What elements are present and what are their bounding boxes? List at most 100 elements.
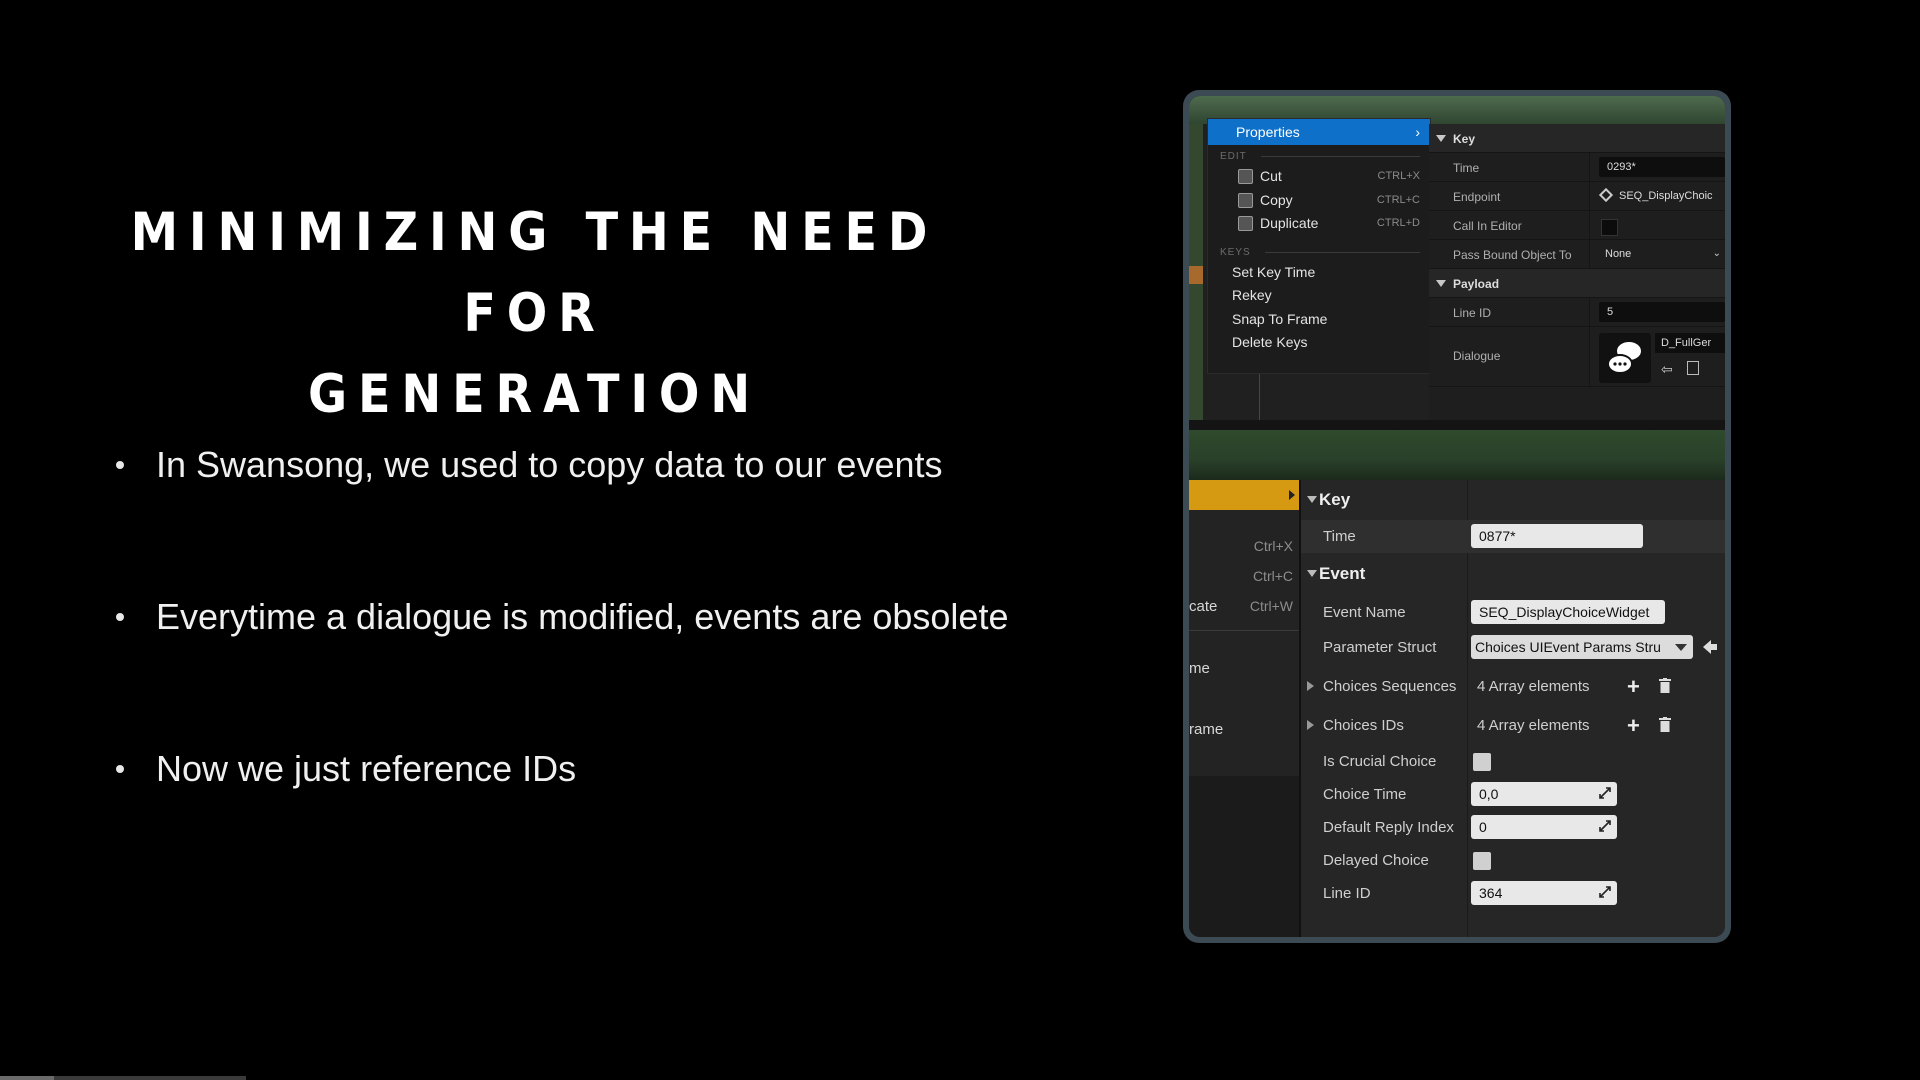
property-label: Parameter Struct [1323, 639, 1437, 656]
bullet-item: Now we just reference IDs [114, 748, 1014, 790]
editor-screenshot-frame: Properties › EDIT Cut CTRL+X Copy CTRL+C… [1183, 90, 1731, 943]
time-field[interactable]: 0293* [1599, 157, 1725, 177]
menu-item-rekey[interactable]: Rekey [1208, 284, 1430, 306]
category-label: Payload [1453, 277, 1500, 291]
spin-arrows-icon [1599, 886, 1611, 898]
category-key[interactable]: Key [1301, 484, 1725, 517]
field-value: 0 [1479, 819, 1487, 835]
bottom-details-panel: Key Time 0877* Event Event Name SEQ_Displa… [1299, 480, 1725, 937]
section-label: KEYS [1220, 247, 1251, 258]
menu-item-duplicate[interactable]: Duplicate CTRL+D [1208, 212, 1430, 234]
chevron-down-icon: ⌄ [1712, 248, 1721, 259]
slide-progress-fill [0, 1076, 55, 1080]
default-reply-field[interactable]: 0 [1471, 815, 1617, 839]
spin-arrows-icon [1599, 787, 1611, 799]
slide-progress-bar [0, 1076, 246, 1080]
endpoint-value[interactable]: SEQ_DisplayChoic [1619, 190, 1713, 202]
menu-section-keys: KEYS [1220, 247, 1420, 258]
menu-item-cut[interactable]: Cut CTRL+X [1208, 165, 1430, 187]
menu-item-snap-to-frame[interactable]: Snap To Frame [1208, 308, 1430, 330]
choice-time-field[interactable]: 0,0 [1471, 782, 1617, 806]
trash-icon[interactable] [1659, 717, 1671, 732]
property-default-reply-index: Default Reply Index 0 [1301, 811, 1725, 844]
property-label: Is Crucial Choice [1323, 753, 1437, 770]
copy-shortcut: Ctrl+C [1252, 568, 1293, 584]
top-properties-panel: Key Time 0293* Endpoint SEQ_DisplayChoic … [1429, 124, 1725, 420]
menu-item-delete-keys[interactable]: Delete Keys [1208, 331, 1430, 353]
menu-item-label: Duplicate [1260, 215, 1319, 231]
property-label: Line ID [1323, 885, 1371, 902]
slide-title-line-1: MINIMIZING THE NEED FOR [130, 202, 939, 344]
trash-icon[interactable] [1659, 678, 1671, 693]
category-payload[interactable]: Payload [1429, 269, 1725, 298]
menu-item-properties[interactable]: Properties › [1208, 119, 1430, 145]
array-count: 4 Array elements [1477, 678, 1590, 695]
add-element-icon[interactable]: + [1627, 713, 1640, 739]
time-field[interactable]: 0877* [1471, 524, 1643, 548]
bullet-item: Everytime a dialogue is modified, events… [114, 596, 1014, 638]
dialogue-asset-field[interactable]: D_FullGer [1655, 333, 1725, 353]
category-label: Event [1319, 564, 1366, 583]
menu-item-partial-rame[interactable]: rame [1189, 721, 1223, 738]
bullet-dot-icon [116, 765, 124, 773]
property-choices-sequences[interactable]: Choices Sequences 4 Array elements + [1301, 670, 1725, 703]
pass-bound-select[interactable]: None [1605, 248, 1631, 260]
menu-section-edit: EDIT [1220, 151, 1420, 162]
copy-icon [1238, 192, 1253, 208]
line-id-field[interactable]: 5 [1599, 302, 1725, 322]
cut-shortcut: Ctrl+X [1253, 538, 1293, 554]
property-time: Time 0877* [1301, 520, 1725, 553]
property-label: Delayed Choice [1323, 852, 1429, 869]
line-id-field[interactable]: 364 [1471, 881, 1617, 905]
property-label: Choices Sequences [1323, 678, 1457, 695]
property-time: Time 0293* [1429, 153, 1725, 182]
property-label: Call In Editor [1453, 219, 1522, 233]
menu-item-partial-me[interactable]: me [1189, 660, 1210, 677]
menu-item-label: Delete Keys [1232, 334, 1308, 350]
menu-item-label: Cut [1260, 168, 1282, 184]
property-line-id: Line ID 5 [1429, 298, 1725, 327]
menu-item-label: Copy [1260, 192, 1293, 208]
menu-divider [1189, 630, 1299, 631]
menu-item-label: Rekey [1232, 287, 1272, 303]
is-crucial-checkbox[interactable] [1473, 753, 1491, 771]
add-element-icon[interactable]: + [1627, 674, 1640, 700]
browse-asset-icon[interactable] [1687, 361, 1699, 375]
dialogue-thumbnail[interactable] [1599, 333, 1651, 383]
property-label: Line ID [1453, 306, 1492, 320]
bottom-timeline-strip [1189, 430, 1725, 480]
menu-item-shortcut: CTRL+D [1376, 217, 1420, 229]
parameter-struct-select[interactable]: Choices UIEvent Params Stru [1471, 635, 1693, 659]
pane-separator [1189, 420, 1725, 430]
property-line-id: Line ID 364 [1301, 877, 1725, 910]
collapse-arrow-icon [1436, 280, 1446, 287]
category-event[interactable]: Event [1301, 558, 1725, 591]
event-name-field[interactable]: SEQ_DisplayChoiceWidget [1471, 600, 1665, 624]
section-label: EDIT [1220, 151, 1247, 162]
delayed-choice-checkbox[interactable] [1473, 852, 1491, 870]
duplicate-icon [1238, 215, 1253, 231]
expand-arrow-icon [1307, 720, 1314, 730]
function-diamond-icon [1598, 187, 1614, 203]
property-choices-ids[interactable]: Choices IDs 4 Array elements + [1301, 709, 1725, 742]
property-label: Time [1453, 161, 1480, 175]
bullet-text: Now we just reference IDs [156, 748, 577, 789]
bullet-dot-icon [116, 461, 124, 469]
category-key[interactable]: Key [1429, 124, 1725, 153]
use-selected-arrow-icon[interactable]: ⇦ [1661, 361, 1673, 378]
property-dialogue: Dialogue D_FullGer ⇦ [1429, 327, 1725, 387]
property-label: Choices IDs [1323, 717, 1404, 734]
back-arrow-icon[interactable] [1701, 637, 1719, 657]
menu-item-duplicate-partial[interactable]: cate [1189, 598, 1217, 615]
collapse-arrow-icon [1307, 496, 1317, 503]
chevron-right-icon: › [1415, 124, 1420, 140]
category-label: Key [1453, 132, 1476, 146]
selected-menu-row[interactable] [1189, 480, 1299, 510]
select-value: Choices UIEvent Params Stru [1475, 639, 1661, 655]
property-label: Choice Time [1323, 786, 1407, 803]
menu-item-shortcut: CTRL+X [1377, 170, 1421, 182]
bottom-context-menu: Ctrl+X Ctrl+C cate Ctrl+W me rame [1189, 480, 1299, 937]
call-in-editor-checkbox[interactable] [1601, 219, 1618, 236]
menu-item-set-key-time[interactable]: Set Key Time [1208, 261, 1430, 283]
menu-item-copy[interactable]: Copy CTRL+C [1208, 189, 1430, 211]
